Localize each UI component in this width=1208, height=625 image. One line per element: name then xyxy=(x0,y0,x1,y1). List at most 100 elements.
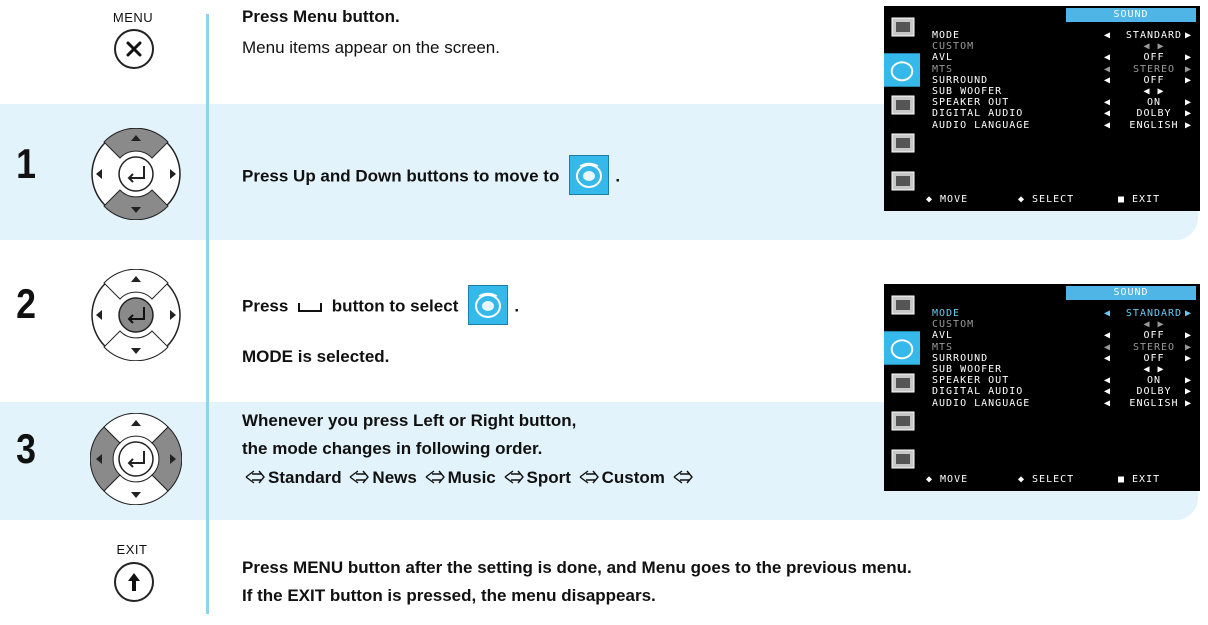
dpad-leftright-icon xyxy=(90,413,182,505)
exit-caption: EXIT xyxy=(116,542,148,557)
step2-instruction: Press button to select . xyxy=(242,285,520,327)
right-arrow-icon: ▶ xyxy=(1184,63,1192,75)
cycle-arrow-icon xyxy=(245,470,265,484)
osd-row-label: DIGITAL AUDIO xyxy=(932,386,1024,398)
step1-text: Press Up and Down buttons to move to xyxy=(242,166,560,186)
osd-row-label: AUDIO LANGUAGE xyxy=(932,119,1031,131)
osd-tab-setup-icon xyxy=(891,449,915,469)
osd-row-label: MODE xyxy=(932,308,961,319)
osd-row-label: MTS xyxy=(932,63,954,75)
osd-tab-tv-icon xyxy=(891,295,915,315)
osd-select: ◆ SELECT xyxy=(1018,194,1075,205)
osd-row: MODE ◀ STANDARD ▶ xyxy=(932,30,1194,41)
osd-row-label: DIGITAL AUDIO xyxy=(932,108,1024,120)
osd-row-label: SURROUND xyxy=(932,352,989,364)
cycle-arrow-icon xyxy=(504,470,524,484)
dpad-updown-icon xyxy=(91,128,181,220)
cycle-arrow-icon xyxy=(425,470,445,484)
mode-option: Music xyxy=(447,468,496,487)
menu-instruction-sub: Menu items appear on the screen. xyxy=(242,38,500,57)
sound-menu-icon xyxy=(569,155,610,195)
osd-row-label: MTS xyxy=(932,341,954,353)
osd-row: AVL ◀ OFF ▶ xyxy=(932,52,1194,63)
step2-period: . xyxy=(514,296,520,316)
step-number-2: 2 xyxy=(16,280,36,327)
cycle-arrow-icon xyxy=(673,470,693,484)
osd-row-label: CUSTOM xyxy=(932,41,975,53)
right-arrow-icon: ▶ xyxy=(1184,52,1192,64)
right-arrow-icon: ▶ xyxy=(1184,375,1192,387)
osd-row-value: ◀ ▶ xyxy=(1143,86,1165,97)
osd-row: MODE ◀ STANDARD ▶ xyxy=(932,308,1194,319)
osd-move: ◆ MOVE xyxy=(926,474,969,485)
osd-row-label: SUB WOOFER xyxy=(932,86,1003,97)
menu-button-icon xyxy=(114,29,154,69)
menu-caption: MENU xyxy=(112,10,154,25)
osd-title: SOUND xyxy=(1066,286,1196,300)
dpad-enter-icon xyxy=(91,269,181,361)
osd-tab-tools-icon xyxy=(891,133,915,153)
osd-row: SPEAKER OUT ◀ ON ▶ xyxy=(932,375,1194,386)
osd-tab-setup-icon xyxy=(891,171,915,191)
osd-row-label: SUB WOOFER xyxy=(932,364,1003,375)
osd-footer: ◆ MOVE ◆ SELECT ■ EXIT xyxy=(926,474,1200,486)
menu-instruction: Press Menu button. xyxy=(242,7,400,26)
osd-row-label: SURROUND xyxy=(932,74,989,86)
osd-row: SURROUND ◀ OFF ▶ xyxy=(932,75,1194,86)
osd-row-label: CUSTOM xyxy=(932,319,975,331)
exit-button-icon xyxy=(114,562,154,602)
osd-row: CUSTOM ◀ ▶ xyxy=(932,319,1194,330)
osd-row: AUDIO LANGUAGE ◀ ENGLISH ▶ xyxy=(932,120,1194,131)
mode-option: News xyxy=(372,468,417,487)
osd-row: DIGITAL AUDIO ◀ DOLBY ▶ xyxy=(932,386,1194,397)
osd-tab-antenna-icon xyxy=(891,95,915,115)
step2-press: Press xyxy=(242,296,289,316)
cycle-arrow-icon xyxy=(350,470,370,484)
osd-row-label: AVL xyxy=(932,52,954,64)
cycle-arrow-icon xyxy=(579,470,599,484)
step-number-3: 3 xyxy=(16,425,36,472)
step2-note: MODE is selected. xyxy=(242,347,390,366)
osd-select: ◆ SELECT xyxy=(1018,474,1075,485)
osd-title: SOUND xyxy=(1066,8,1196,22)
step3-line1: Whenever you press Left or Right button, xyxy=(242,411,577,430)
mode-option: Standard xyxy=(268,468,342,487)
osd-row: DIGITAL AUDIO ◀ DOLBY ▶ xyxy=(932,108,1194,119)
osd-row-value: ◀ ▶ xyxy=(1143,319,1165,331)
osd-tab-sound-icon xyxy=(884,331,920,365)
osd-exit: ■ EXIT xyxy=(1118,474,1161,485)
osd-row-label: AVL xyxy=(932,330,954,342)
step2-select: button to select xyxy=(331,296,459,316)
mode-order-sequence: Standard News Music Sport Custom xyxy=(242,464,696,492)
right-arrow-icon: ▶ xyxy=(1184,119,1192,131)
step1-period: . xyxy=(615,166,621,186)
right-arrow-icon: ▶ xyxy=(1184,108,1192,120)
step-number-1: 1 xyxy=(16,140,36,187)
right-arrow-icon: ▶ xyxy=(1184,330,1192,342)
osd-row: AVL ◀ OFF ▶ xyxy=(932,330,1194,341)
right-arrow-icon: ▶ xyxy=(1184,74,1192,86)
osd-row: MTS ◀ STEREO ▶ xyxy=(932,64,1194,75)
osd-row: MTS ◀ STEREO ▶ xyxy=(932,342,1194,353)
mode-option: Sport xyxy=(526,468,571,487)
osd-row: CUSTOM ◀ ▶ xyxy=(932,41,1194,52)
osd-tab-tools-icon xyxy=(891,411,915,431)
osd-row: SURROUND ◀ OFF ▶ xyxy=(932,353,1194,364)
step3-line2: the mode changes in following order. xyxy=(242,439,543,458)
right-arrow-icon: ▶ xyxy=(1184,352,1192,364)
mode-option: Custom xyxy=(601,468,665,487)
osd-footer: ◆ MOVE ◆ SELECT ■ EXIT xyxy=(926,194,1200,206)
osd-row-label: SPEAKER OUT xyxy=(932,97,1010,109)
right-arrow-icon: ▶ xyxy=(1184,341,1192,353)
osd-move: ◆ MOVE xyxy=(926,194,969,205)
osd-row: SUB WOOFER ◀ ▶ xyxy=(932,86,1194,97)
osd-row-value: ◀ ▶ xyxy=(1143,41,1165,53)
osd-row-value: ◀ ▶ xyxy=(1143,364,1165,375)
osd-row-label: MODE xyxy=(932,30,961,41)
right-arrow-icon: ▶ xyxy=(1184,308,1192,319)
right-arrow-icon: ▶ xyxy=(1184,97,1192,109)
right-arrow-icon: ▶ xyxy=(1184,397,1192,409)
right-arrow-icon: ▶ xyxy=(1184,386,1192,398)
osd-sound-menu-1: SOUND MODE ◀ STANDARD ▶ CUSTOM ◀ ▶ AVL ◀ OFF ▶ MTS ◀… xyxy=(884,6,1200,211)
enter-key-icon xyxy=(298,303,323,313)
